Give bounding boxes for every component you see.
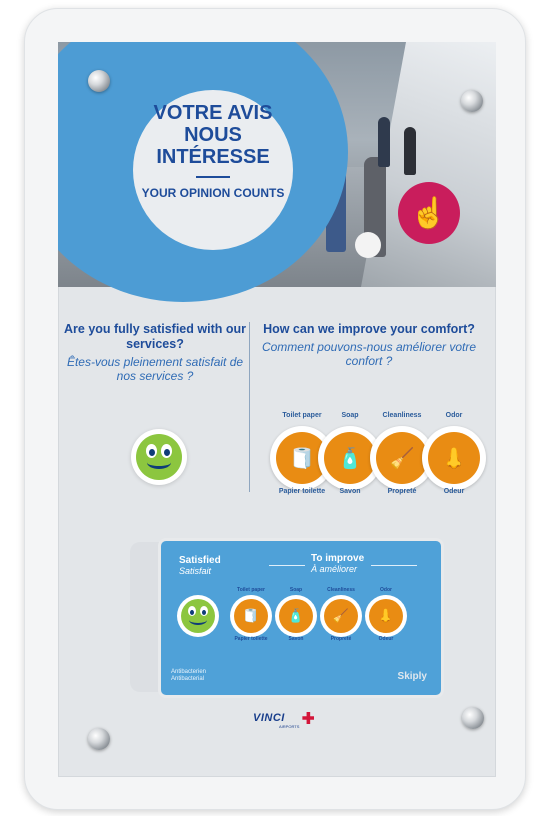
logo-mark-icon xyxy=(302,712,315,724)
headline-rule xyxy=(196,176,230,178)
screw-icon xyxy=(461,90,483,112)
choice-odor: 👃 Odor Odeur xyxy=(422,412,486,495)
cleaning-icon: 🧹 xyxy=(324,599,358,633)
choice-cleanliness: 🧹 Cleanliness Propreté xyxy=(370,412,434,495)
choice-soap: 🧴 Soap Savon xyxy=(318,412,382,495)
nose-icon: 👃 xyxy=(369,599,403,633)
device-smiley-button[interactable] xyxy=(181,599,215,633)
brand-label: Skiply xyxy=(397,671,427,682)
screw-icon xyxy=(88,70,110,92)
antibacterial-label: Antibacterien Antibacterial xyxy=(171,669,207,682)
headline: VOTRE AVIS NOUS INTÉRESSE YOUR OPINION C… xyxy=(133,102,293,200)
device-improve-label: To improve À améliorer xyxy=(311,553,365,574)
decorative-dot xyxy=(355,232,381,258)
improve-question-fr: Comment pouvons-nous améliorer votre con… xyxy=(261,340,477,368)
improve-question-en: How can we improve your comfort? xyxy=(263,322,475,336)
device-toilet-paper-button[interactable]: 🧻 Toilet paper Papier toilette xyxy=(230,587,272,642)
device-soap-button[interactable]: 🧴 Soap Savon xyxy=(275,587,317,642)
headline-en: YOUR OPINION COUNTS xyxy=(141,186,285,200)
feedback-device: Satisfied Satisfait To improve À amélior… xyxy=(158,538,444,698)
soap-icon: 🧴 xyxy=(324,432,376,484)
screw-icon xyxy=(88,728,110,750)
smiley-icon xyxy=(136,434,182,480)
satisfaction-question: Are you fully satisfied with our service… xyxy=(60,322,250,383)
device-cleanliness-button[interactable]: 🧹 Cleanliness Propreté xyxy=(320,587,362,642)
satisfaction-question-en: Are you fully satisfied with our service… xyxy=(64,322,246,351)
improve-question: How can we improve your comfort? Comment… xyxy=(254,322,484,368)
vinci-airports-logo: VINCI AIRPORTS xyxy=(253,712,315,729)
toilet-paper-icon: 🧻 xyxy=(234,599,268,633)
satisfaction-question-fr: Êtes-vous pleinement satisfait de nos se… xyxy=(66,355,244,383)
device-satisfied-label: Satisfied Satisfait xyxy=(179,555,221,576)
poster: VOTRE AVIS NOUS INTÉRESSE YOUR OPINION C… xyxy=(58,42,496,777)
screw-icon xyxy=(462,707,484,729)
soap-icon: 🧴 xyxy=(279,599,313,633)
cleaning-icon: 🧹 xyxy=(376,432,428,484)
divider xyxy=(249,322,250,492)
device-odor-button[interactable]: 👃 Odor Odeur xyxy=(365,587,407,642)
touch-icon: ☝ xyxy=(398,182,460,244)
nose-icon: 👃 xyxy=(428,432,480,484)
headline-fr: VOTRE AVIS NOUS INTÉRESSE xyxy=(153,102,273,168)
